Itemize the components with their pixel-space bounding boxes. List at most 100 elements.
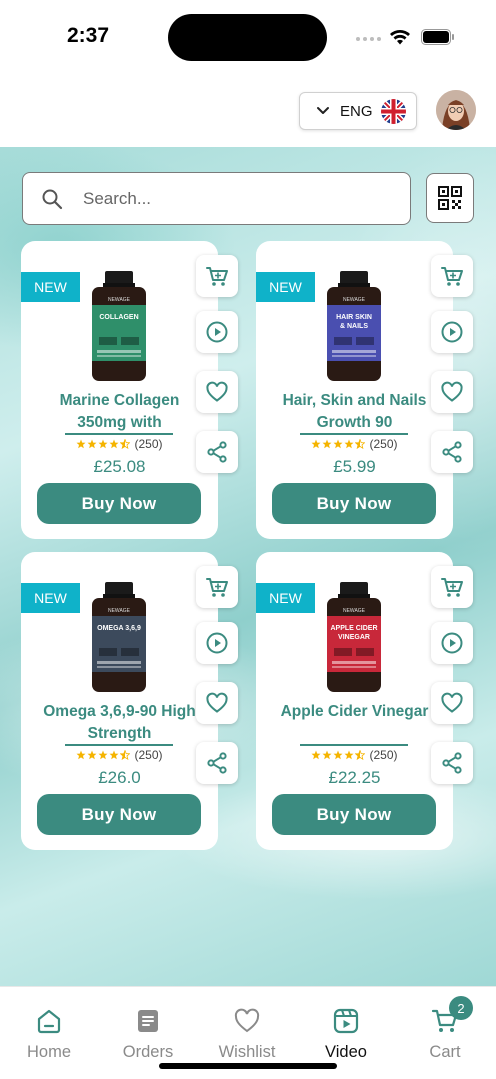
star-icon (311, 439, 321, 449)
product-name[interactable]: Omega 3,6,9-90 High Strength (41, 701, 198, 745)
share-button[interactable] (196, 742, 238, 784)
language-selector[interactable]: ENG (299, 92, 417, 130)
heart-icon (234, 1008, 260, 1033)
nav-item-video[interactable]: Video (306, 1007, 386, 1062)
svg-text:NEWAGE: NEWAGE (343, 608, 366, 614)
star-half-icon (120, 439, 131, 449)
buy-now-button[interactable]: Buy Now (37, 794, 201, 835)
cart-icon (441, 578, 463, 597)
new-badge: NEW (256, 583, 315, 613)
star-icon (109, 439, 119, 449)
qr-scan-button[interactable] (426, 173, 474, 223)
avatar[interactable] (436, 90, 476, 130)
star-icon (87, 439, 97, 449)
product-image[interactable]: NEWAGE HAIR SKIN & NAILS (324, 271, 384, 381)
star-icon (333, 439, 343, 449)
product-rating: (250) (21, 437, 218, 451)
svg-text:NEWAGE: NEWAGE (108, 608, 131, 614)
star-icon (98, 750, 108, 760)
buy-now-button[interactable]: Buy Now (37, 483, 201, 524)
play-icon (441, 632, 463, 654)
product-name[interactable]: Marine Collagen 350mg with (41, 390, 198, 434)
rating-count: (250) (134, 748, 163, 762)
signal-icon (356, 37, 381, 41)
rating-count: (250) (369, 748, 398, 762)
product-card[interactable]: NEW NEWAGE OMEGA 3,6,9 Omega 3,6,9-90 Hi… (21, 552, 238, 850)
add-to-cart-button[interactable] (431, 255, 473, 297)
product-price: £5.99 (333, 457, 376, 476)
play-video-button[interactable] (431, 622, 473, 664)
add-to-wishlist-button[interactable] (196, 682, 238, 724)
dynamic-island (168, 14, 327, 61)
add-to-cart-button[interactable] (196, 255, 238, 297)
add-to-wishlist-button[interactable] (196, 371, 238, 413)
rating-stars (311, 750, 366, 760)
name-underline (300, 744, 408, 746)
nav-label-orders: Orders (122, 1043, 174, 1061)
product-name[interactable]: Apple Cider Vinegar (276, 701, 433, 723)
play-icon (206, 632, 228, 654)
nav-label-cart: Cart (429, 1043, 461, 1061)
rating-stars (76, 439, 131, 449)
product-image[interactable]: NEWAGE COLLAGEN (89, 271, 149, 381)
search-icon (42, 189, 63, 209)
play-video-button[interactable] (196, 622, 238, 664)
search-bar[interactable] (22, 172, 411, 225)
product-image[interactable]: NEWAGE OMEGA 3,6,9 (89, 582, 149, 692)
product-rating: (250) (256, 748, 453, 762)
cart-icon (206, 578, 228, 597)
home-indicator (159, 1063, 337, 1069)
star-icon (98, 439, 108, 449)
product-price: £26.0 (98, 768, 141, 787)
nav-label-wishlist: Wishlist (218, 1043, 276, 1061)
battery-icon (421, 29, 454, 45)
share-button[interactable] (431, 431, 473, 473)
cart-icon (206, 267, 228, 286)
add-to-wishlist-button[interactable] (431, 371, 473, 413)
share-icon (207, 441, 227, 463)
product-price: £25.08 (93, 457, 146, 476)
svg-text:& NAILS: & NAILS (340, 323, 368, 330)
product-name[interactable]: Hair, Skin and Nails Growth 90 (276, 390, 433, 434)
nav-item-cart[interactable]: Cart (405, 1007, 485, 1062)
play-video-button[interactable] (431, 311, 473, 353)
product-card[interactable]: NEW NEWAGE COLLAGEN Marine Collagen 350m… (21, 241, 238, 539)
add-to-cart-button[interactable] (431, 566, 473, 608)
product-card[interactable]: NEW NEWAGE APPLE CIDER VINEGAR Apple Cid… (256, 552, 473, 850)
svg-text:VINEGAR: VINEGAR (338, 634, 370, 641)
star-icon (344, 750, 354, 760)
buy-now-button[interactable]: Buy Now (272, 483, 436, 524)
star-icon (322, 439, 332, 449)
search-input[interactable] (83, 188, 383, 209)
add-to-wishlist-button[interactable] (431, 682, 473, 724)
nav-label-home: Home (26, 1043, 71, 1061)
star-icon (76, 750, 86, 760)
rating-count: (250) (369, 437, 398, 451)
share-button[interactable] (431, 742, 473, 784)
new-badge: NEW (21, 583, 80, 613)
nav-item-orders[interactable]: Orders (108, 1007, 188, 1062)
app-header: ENG (0, 70, 496, 148)
product-image[interactable]: NEWAGE APPLE CIDER VINEGAR (324, 582, 384, 692)
add-to-cart-button[interactable] (196, 566, 238, 608)
name-underline (65, 433, 173, 435)
product-card[interactable]: NEW NEWAGE HAIR SKIN & NAILS Hair, Skin … (256, 241, 473, 539)
svg-text:OMEGA 3,6,9: OMEGA 3,6,9 (97, 625, 141, 632)
product-rating: (250) (256, 437, 453, 451)
new-badge: NEW (21, 272, 80, 302)
cart-count-badge: 2 (449, 996, 473, 1020)
star-half-icon (120, 750, 131, 760)
share-button[interactable] (196, 431, 238, 473)
nav-label-video: Video (325, 1043, 367, 1061)
buy-now-button[interactable]: Buy Now (272, 794, 436, 835)
nav-item-home[interactable]: Home (9, 1007, 89, 1062)
share-icon (442, 752, 462, 774)
home-icon (37, 1009, 61, 1034)
rating-stars (311, 439, 366, 449)
rating-stars (76, 750, 131, 760)
svg-text:COLLAGEN: COLLAGEN (99, 314, 138, 321)
play-video-button[interactable] (196, 311, 238, 353)
share-icon (207, 752, 227, 774)
nav-item-wishlist[interactable]: Wishlist (207, 1007, 287, 1062)
name-underline (300, 433, 408, 435)
